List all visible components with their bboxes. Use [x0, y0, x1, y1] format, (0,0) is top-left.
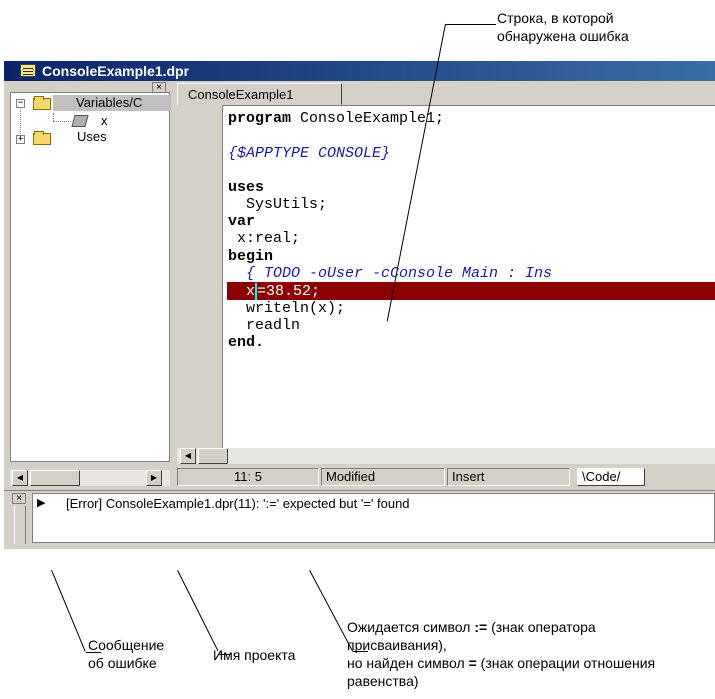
code-keyword-var: var	[228, 213, 256, 230]
folder-icon	[33, 131, 51, 145]
code-keyword-uses: uses	[228, 179, 265, 196]
code-directive: {$APPTYPE CONSOLE}	[228, 145, 391, 162]
tree-item-variables[interactable]: Variables/C	[53, 95, 171, 111]
code-explorer: − Variables/C x + Uses	[10, 92, 171, 462]
code-keyword-end: end.	[228, 334, 265, 351]
code-line: readln	[228, 317, 301, 334]
code-error-line: x =38.52;	[228, 283, 320, 300]
project-file-icon	[20, 64, 36, 77]
tab-label: ConsoleExample1	[188, 87, 294, 102]
code-comment: { TODO -oUser -cConsole Main : Ins	[228, 265, 553, 282]
message-list[interactable]: ▶ [Error] ConsoleExample1.dpr(11): ':=' …	[32, 493, 715, 543]
error-message[interactable]: [Error] ConsoleExample1.dpr(11): ':=' ex…	[66, 496, 410, 511]
code-line: x:real;	[228, 230, 301, 247]
annotation-message: Сообщение об ошибке	[88, 636, 164, 672]
annotation-explanation: Ожидается символ := (знак оператора прис…	[347, 618, 655, 690]
tree-item-x[interactable]: x	[101, 113, 108, 128]
scroll-right-icon[interactable]: ▶	[146, 470, 162, 486]
expand-icon[interactable]: +	[16, 135, 25, 144]
annotation-pointer-line	[177, 570, 219, 651]
annotation-pointer-line	[446, 24, 496, 25]
message-arrow-icon: ▶	[37, 497, 46, 509]
explain-text: (знак оператора	[487, 619, 596, 635]
scroll-left-icon[interactable]: ◀	[12, 470, 28, 486]
tab-consoleexample1[interactable]: ConsoleExample1	[177, 83, 342, 105]
annotation-message-text-2: об ошибке	[88, 655, 157, 671]
code-error-part-2: 38.52;	[266, 283, 321, 300]
tree-item-uses[interactable]: Uses	[77, 129, 107, 144]
assign-symbol: :=	[474, 619, 488, 635]
explain-text: равенства)	[347, 673, 419, 689]
window-title: ConsoleExample1.dpr	[42, 63, 190, 79]
code-line: ConsoleExample1;	[291, 110, 445, 127]
equals-symbol: =	[468, 655, 477, 671]
code-keyword-begin: begin	[228, 248, 274, 265]
code-error-part-1: x	[228, 283, 256, 300]
annotation-message-text-1: Сообщение	[88, 637, 165, 653]
annotation-error-line-text-1: Строка, в которой	[497, 10, 614, 26]
tree-item-variables-label: Variables/C	[76, 95, 143, 110]
explorer-header	[10, 82, 170, 92]
status-bar: 11: 5 Modified Insert \Code/	[177, 467, 715, 487]
folder-icon	[33, 96, 51, 110]
explain-text: Ожидается символ	[347, 619, 475, 635]
insert-mode-indicator: Insert	[447, 468, 570, 486]
annotation-error-line-text-2: обнаружена ошибка	[497, 28, 629, 44]
editor-hscrollbar[interactable]	[177, 448, 715, 464]
tree-connector-leaf	[53, 121, 71, 123]
tree-connector-branch	[53, 113, 55, 121]
variable-icon	[71, 115, 89, 127]
editor-gutter	[177, 105, 223, 448]
annotation-project: Имя проекта	[213, 647, 296, 663]
collapse-icon[interactable]: −	[16, 99, 25, 108]
annotation-error-line: Строка, в которой обнаружена ошибка	[497, 9, 629, 45]
explain-text: но найден символ	[347, 655, 469, 671]
messages-close-button[interactable]: ×	[12, 493, 26, 504]
message-splitter	[14, 506, 26, 544]
cursor-position: 11: 5	[177, 468, 319, 486]
code-line: writeln(x);	[228, 300, 346, 317]
code-text[interactable]: program ConsoleExample1; {$APPTYPE CONSO…	[228, 110, 715, 360]
editor-scroll-thumb[interactable]	[198, 448, 228, 464]
code-keyword: program	[228, 110, 292, 127]
explain-text: присваивания),	[347, 637, 447, 653]
explorer-scroll-thumb[interactable]	[30, 470, 80, 486]
annotation-pointer-line	[51, 570, 86, 652]
editor-scroll-left-icon[interactable]: ◀	[180, 448, 196, 464]
code-view-tab[interactable]: \Code/	[577, 468, 645, 486]
modified-indicator: Modified	[321, 468, 445, 486]
code-line: SysUtils;	[228, 196, 328, 213]
explain-text: (знак операции отношения	[476, 655, 656, 671]
title-bar[interactable]: ConsoleExample1.dpr	[4, 61, 715, 81]
text-cursor: =	[255, 283, 267, 300]
